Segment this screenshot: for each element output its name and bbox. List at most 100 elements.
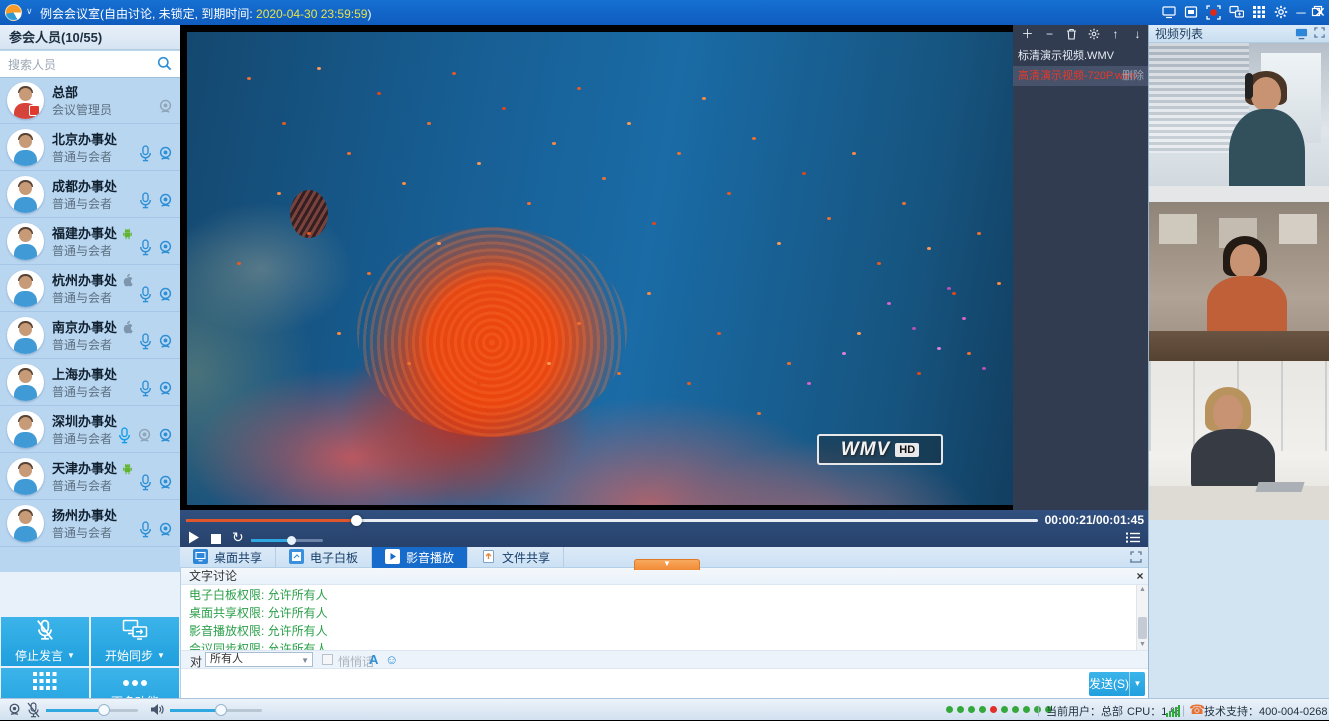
participant-row[interactable]: 南京办事处普通与会者	[0, 312, 180, 359]
mic-active-icon[interactable]	[117, 427, 132, 447]
mic-icon[interactable]	[138, 521, 153, 541]
participant-row[interactable]: 北京办事处普通与会者	[0, 124, 180, 171]
scroll-down-icon[interactable]: ▼	[1137, 640, 1148, 650]
speaker-icon[interactable]	[150, 703, 164, 719]
video-content[interactable]: WMVHD	[187, 32, 1013, 505]
playlist-item[interactable]: 标清演示视频.WMV	[1013, 46, 1148, 66]
chat-input-area[interactable]: 发送(S) ▼	[181, 669, 1149, 698]
invite-network-icon[interactable]	[1227, 4, 1245, 21]
participant-status-icons	[138, 333, 174, 353]
webcam-icon[interactable]	[157, 192, 174, 212]
mic-volume-slider[interactable]	[46, 709, 138, 712]
font-style-icon[interactable]: A	[369, 652, 378, 667]
media-playlist-panel: ＋ − ↑ ↓ 标清演示视频.WMV高清演示视频-720P.wmv删除	[1013, 25, 1148, 510]
playlist-trash-icon[interactable]	[1065, 28, 1078, 41]
titlebar-menu-chevron-icon[interactable]: ∨	[26, 6, 34, 14]
progress-handle[interactable]	[351, 515, 362, 526]
playlist-add-icon[interactable]: ＋	[1021, 28, 1034, 41]
speaker-volume-slider[interactable]	[170, 709, 262, 712]
mic-icon[interactable]	[138, 380, 153, 400]
tab-file-share[interactable]: 文件共享	[468, 547, 564, 568]
participant-row[interactable]: 福建办事处普通与会者	[0, 218, 180, 265]
playlist-settings-icon[interactable]	[1087, 28, 1100, 41]
screen-share-icon[interactable]	[1160, 4, 1178, 21]
playlist-move-up-icon[interactable]: ↑	[1109, 28, 1122, 41]
playlist-toggle-icon[interactable]	[1126, 532, 1140, 546]
app-logo-icon[interactable]	[5, 4, 22, 21]
close-button[interactable]: ✕	[1313, 4, 1327, 21]
search-input[interactable]	[6, 54, 150, 76]
mic-icon[interactable]	[138, 474, 153, 494]
mic-muted-icon[interactable]	[26, 702, 41, 721]
mic-icon[interactable]	[138, 239, 153, 259]
tab-desktop-share[interactable]: 桌面共享	[180, 547, 276, 568]
window-mode-icon[interactable]	[1182, 4, 1200, 21]
mic-icon[interactable]	[138, 286, 153, 306]
webcam-disabled-icon[interactable]	[157, 98, 174, 118]
playlist-item[interactable]: 高清演示视频-720P.wmv删除	[1013, 66, 1148, 86]
webcam-feed[interactable]	[1149, 43, 1329, 202]
speaker-volume-handle[interactable]	[215, 704, 227, 716]
tab-whiteboard[interactable]: 电子白板	[276, 547, 372, 568]
webcam-icon[interactable]	[157, 286, 174, 306]
player-volume-slider[interactable]	[251, 539, 323, 542]
send-options-dropdown[interactable]: ▼	[1129, 672, 1145, 696]
mic-icon[interactable]	[138, 145, 153, 165]
mic-icon[interactable]	[138, 333, 153, 353]
participant-row[interactable]: 杭州办事处普通与会者	[0, 265, 180, 312]
desk-decoration	[1149, 186, 1329, 202]
webcam-icon[interactable]	[157, 474, 174, 494]
participant-row[interactable]: 成都办事处普通与会者	[0, 171, 180, 218]
settings-gear-icon[interactable]	[1272, 4, 1290, 21]
chat-close-icon[interactable]: ×	[1133, 569, 1147, 583]
participant-row[interactable]: 总部会议管理员	[0, 77, 180, 124]
playlist-move-down-icon[interactable]: ↓	[1131, 28, 1144, 41]
chat-message: 影音播放权限: 允许所有人	[189, 623, 1136, 639]
whisper-checkbox[interactable]	[322, 654, 333, 665]
display-grid-icon[interactable]	[1250, 4, 1268, 21]
search-bar	[0, 51, 180, 78]
webcam-icon[interactable]	[157, 380, 174, 400]
webcam-status-icon[interactable]	[7, 702, 22, 720]
player-volume-handle[interactable]	[287, 536, 296, 545]
expand-icon[interactable]	[1130, 551, 1142, 566]
replay-button[interactable]: ↻	[232, 529, 244, 546]
person-decoration	[1213, 395, 1243, 431]
emoji-icon[interactable]: ☺	[385, 652, 398, 667]
participants-panel: 参会人员(10/55) 总部会议管理员北京办事处普通与会者成都办事处普通与会者福…	[0, 25, 180, 698]
webcam-icon[interactable]	[157, 145, 174, 165]
chat-scrollbar[interactable]: ▲ ▼	[1136, 585, 1148, 650]
panel-collapse-handle[interactable]: ▼	[634, 559, 700, 570]
stop-speaking-button[interactable]: 停止发言▼	[1, 617, 89, 666]
stop-button[interactable]	[211, 533, 221, 547]
webcam-feed[interactable]	[1149, 361, 1329, 520]
scroll-up-icon[interactable]: ▲	[1137, 585, 1148, 595]
video-list-expand-icon[interactable]	[1314, 27, 1325, 43]
participant-row[interactable]: 天津办事处普通与会者	[0, 453, 180, 500]
progress-bar[interactable]	[186, 519, 1038, 522]
record-icon[interactable]	[1204, 4, 1222, 21]
webcam-icon[interactable]	[157, 333, 174, 353]
recipient-select[interactable]: 所有人▼	[205, 652, 313, 667]
play-button[interactable]	[188, 531, 200, 547]
status-dot-green	[957, 706, 964, 713]
mic-volume-handle[interactable]	[98, 704, 110, 716]
webcam-feed[interactable]	[1149, 202, 1329, 361]
webcam-disabled-icon[interactable]	[136, 427, 153, 447]
delete-link[interactable]: 删除	[1122, 66, 1144, 86]
webcam-icon[interactable]	[157, 427, 174, 447]
tab-media-play[interactable]: 影音播放	[372, 547, 468, 568]
start-sync-button[interactable]: 开始同步▼	[91, 617, 179, 666]
mic-icon[interactable]	[138, 192, 153, 212]
webcam-icon[interactable]	[157, 239, 174, 259]
search-icon[interactable]	[157, 56, 172, 74]
video-mode-icon[interactable]	[1295, 27, 1308, 43]
participant-row[interactable]: 深圳办事处普通与会者	[0, 406, 180, 453]
scroll-thumb[interactable]	[1138, 617, 1147, 639]
webcam-icon[interactable]	[157, 521, 174, 541]
playlist-remove-icon[interactable]: −	[1043, 28, 1056, 41]
participant-row[interactable]: 上海办事处普通与会者	[0, 359, 180, 406]
send-button[interactable]: 发送(S)	[1089, 672, 1129, 696]
participant-row[interactable]: 扬州办事处普通与会者	[0, 500, 180, 547]
participant-role: 普通与会者	[52, 242, 112, 259]
